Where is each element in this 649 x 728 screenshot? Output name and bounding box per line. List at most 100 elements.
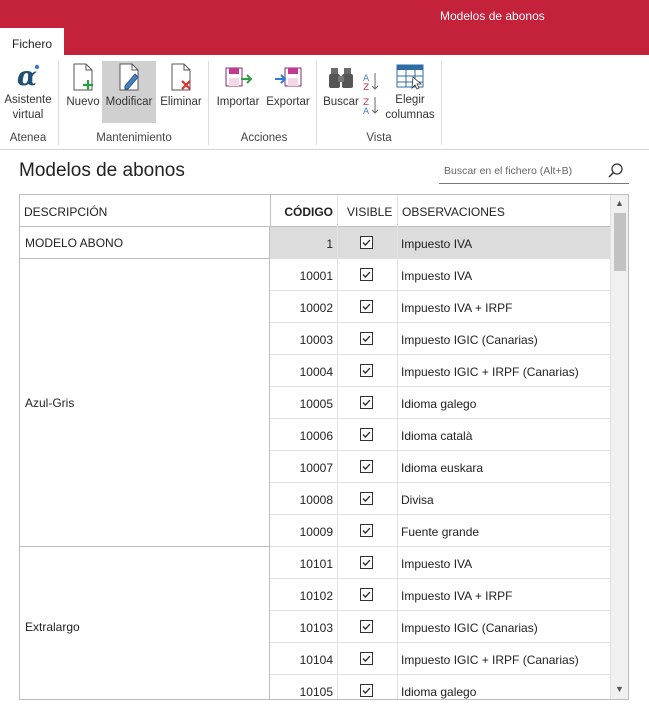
visible-checkbox[interactable] <box>360 460 373 473</box>
scroll-down-icon[interactable]: ▼ <box>615 684 624 694</box>
delete-button[interactable]: Eliminar <box>158 61 204 123</box>
visible-checkbox[interactable] <box>360 236 373 249</box>
scrollbar-thumb[interactable] <box>614 213 626 271</box>
search-input[interactable]: Buscar en el fichero (Alt+B) <box>439 158 629 184</box>
visible-checkbox[interactable] <box>360 620 373 633</box>
tab-fichero[interactable]: Fichero <box>0 28 64 55</box>
group-label-actions: Acciones <box>240 132 288 144</box>
observations-cell: Idioma català <box>401 429 473 443</box>
visible-checkbox[interactable] <box>360 268 373 281</box>
table-row[interactable]: 10103 Impuesto IGIC (Canarias) <box>270 611 611 643</box>
magnifier-icon[interactable] <box>607 162 625 185</box>
code-cell: 10009 <box>299 525 333 539</box>
visible-checkbox[interactable] <box>360 684 373 697</box>
delete-label: Eliminar <box>160 96 202 108</box>
import-icon <box>221 61 255 93</box>
code-cell: 10005 <box>299 397 333 411</box>
column-header-description[interactable]: DESCRIPCIÓN <box>24 195 107 226</box>
columns-icon <box>393 61 427 91</box>
group-separator <box>316 61 317 145</box>
svg-text:α: α <box>17 62 37 91</box>
edit-document-icon <box>112 61 146 93</box>
search-label: Buscar <box>323 96 359 108</box>
table-row[interactable]: 10008 Divisa <box>270 483 611 515</box>
visible-checkbox[interactable] <box>360 300 373 313</box>
observations-cell: Impuesto IGIC + IRPF (Canarias) <box>401 365 579 379</box>
observations-cell: Impuesto IVA <box>401 269 473 283</box>
table-row[interactable]: 10006 Idioma català <box>270 419 611 451</box>
table-row[interactable]: 10005 Idioma galego <box>270 387 611 419</box>
export-button[interactable]: Exportar <box>264 61 312 123</box>
window-title: Modelos de abonos <box>440 9 545 23</box>
search-button[interactable]: Buscar <box>322 61 360 123</box>
table-row[interactable]: 10104 Impuesto IGIC + IRPF (Canarias) <box>270 643 611 675</box>
observations-cell: Idioma euskara <box>401 461 484 475</box>
grid-header: DESCRIPCIÓN CÓDIGO VISIBLE OBSERVACIONES <box>20 195 611 227</box>
column-header-code[interactable]: CÓDIGO <box>270 195 333 226</box>
code-cell: 10008 <box>299 493 333 507</box>
observations-cell: Impuesto IVA + IRPF <box>401 301 513 315</box>
import-label: Importar <box>216 96 260 108</box>
group-cell[interactable]: Extralargo <box>20 547 270 699</box>
delete-document-icon <box>164 61 198 93</box>
observations-cell: Impuesto IVA <box>401 557 473 571</box>
visible-checkbox[interactable] <box>360 492 373 505</box>
svg-text:A: A <box>363 107 370 117</box>
ribbon: α Asistente virtual Atenea Nuevo Modific… <box>0 55 649 150</box>
visible-checkbox[interactable] <box>360 428 373 441</box>
new-button[interactable]: Nuevo <box>64 61 102 123</box>
table-row[interactable]: 10001 Impuesto IVA <box>270 259 611 291</box>
scroll-up-icon[interactable]: ▲ <box>615 198 624 208</box>
group-separator <box>208 61 209 145</box>
search-placeholder: Buscar en el fichero (Alt+B) <box>444 165 573 177</box>
table-row[interactable]: 1 Impuesto IVA <box>270 227 611 259</box>
export-label: Exportar <box>266 96 310 108</box>
sort-button[interactable]: AZZA <box>360 61 382 123</box>
code-cell: 10101 <box>299 557 333 571</box>
modify-button[interactable]: Modificar <box>102 61 156 123</box>
table-row[interactable]: 10004 Impuesto IGIC + IRPF (Canarias) <box>270 355 611 387</box>
visible-checkbox[interactable] <box>360 364 373 377</box>
group-separator <box>441 61 442 145</box>
alpha-icon: α <box>11 61 45 91</box>
column-header-observations[interactable]: OBSERVACIONES <box>397 195 611 226</box>
group-description: Extralargo <box>25 620 80 634</box>
column-header-visible[interactable]: VISIBLE <box>337 195 397 226</box>
code-cell: 10102 <box>299 589 333 603</box>
code-cell: 10103 <box>299 621 333 635</box>
group-cell[interactable]: Azul-Gris <box>20 259 270 547</box>
group-label-maintenance: Mantenimiento <box>96 132 172 144</box>
visible-checkbox[interactable] <box>360 396 373 409</box>
vertical-scrollbar[interactable]: ▲ ▼ <box>610 195 628 699</box>
table-row[interactable]: 10102 Impuesto IVA + IRPF <box>270 579 611 611</box>
code-cell: 10105 <box>299 685 333 699</box>
visible-checkbox[interactable] <box>360 652 373 665</box>
visible-checkbox[interactable] <box>360 524 373 537</box>
table-row[interactable]: 10007 Idioma euskara <box>270 451 611 483</box>
observations-cell: Impuesto IGIC (Canarias) <box>401 333 538 347</box>
choose-columns-button[interactable]: Elegir columnas <box>384 61 436 123</box>
table-row[interactable]: 10101 Impuesto IVA <box>270 547 611 579</box>
visible-checkbox[interactable] <box>360 556 373 569</box>
ribbon-tabs: Fichero <box>0 28 649 55</box>
code-cell: 10006 <box>299 429 333 443</box>
import-button[interactable]: Importar <box>214 61 262 123</box>
table-row[interactable]: 10105 Idioma galego <box>270 675 611 699</box>
modify-label: Modificar <box>105 96 153 108</box>
svg-text:Z: Z <box>363 83 369 93</box>
table-row[interactable]: 10003 Impuesto IGIC (Canarias) <box>270 323 611 355</box>
code-cell: 10104 <box>299 653 333 667</box>
page-title: Modelos de abonos <box>19 160 185 181</box>
visible-checkbox[interactable] <box>360 332 373 345</box>
group-cell[interactable]: MODELO ABONO <box>20 227 270 259</box>
observations-cell: Impuesto IGIC (Canarias) <box>401 621 538 635</box>
virtual-assistant-button[interactable]: α Asistente virtual <box>2 61 54 123</box>
table-row[interactable]: 10009 Fuente grande <box>270 515 611 547</box>
visible-checkbox[interactable] <box>360 588 373 601</box>
observations-cell: Fuente grande <box>401 525 480 539</box>
table-row[interactable]: 10002 Impuesto IVA + IRPF <box>270 291 611 323</box>
code-cell: 10004 <box>299 365 333 379</box>
observations-cell: Impuesto IGIC + IRPF (Canarias) <box>401 653 579 667</box>
binoculars-icon <box>324 61 358 93</box>
choose-columns-label: Elegir columnas <box>385 94 435 121</box>
